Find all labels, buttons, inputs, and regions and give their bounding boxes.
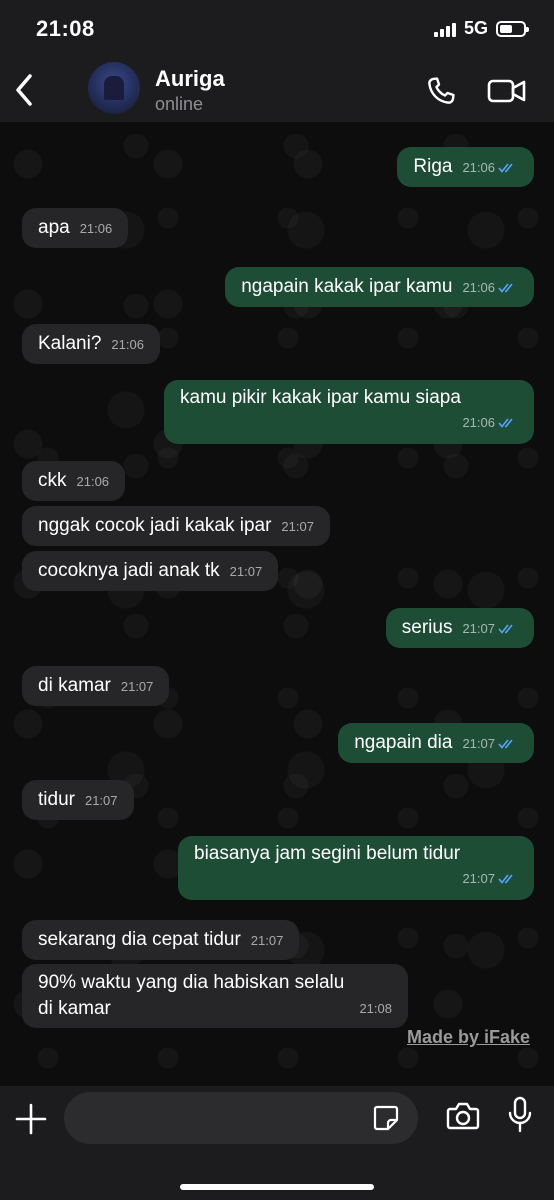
plus-icon[interactable]	[14, 1102, 48, 1136]
message-bubble-in[interactable]: di kamar 21:07	[22, 666, 170, 706]
video-camera-icon[interactable]	[486, 74, 528, 108]
message-bubble-out[interactable]: serius 21:07	[385, 608, 534, 648]
double-check-icon	[498, 163, 513, 173]
message-bubble-in[interactable]: cocoknya jadi anak tk 21:07	[22, 551, 279, 591]
message-text: ngapain dia	[354, 732, 453, 753]
message-bubble-out[interactable]: kamu pikir kakak ipar kamu siapa 21:06	[164, 380, 534, 444]
message-time: 21:08	[359, 1001, 392, 1016]
message-text: biasanya jam segini belum tidur	[194, 843, 461, 864]
watermark: Made by iFake	[406, 1027, 530, 1047]
message-text: ngapain kakak ipar kamu	[241, 276, 453, 297]
chat-area[interactable]: Riga 21:06 apa 21:06 ngapain kakak ipar ka…	[0, 122, 554, 1086]
message-bubble-out[interactable]: ngapain dia 21:07	[338, 723, 534, 763]
status-indicators: 5G	[433, 18, 529, 39]
contact-name[interactable]: Auriga	[155, 66, 225, 92]
phone-icon[interactable]	[424, 74, 458, 108]
message-time: 21:06	[79, 221, 113, 236]
message-text: 90% waktu yang dia habiskan selalu	[38, 972, 345, 993]
message-bubble-out[interactable]: Riga 21:06	[397, 147, 534, 187]
home-indicator	[180, 1184, 374, 1190]
signal-icon	[433, 21, 456, 37]
double-check-icon	[498, 874, 513, 884]
network-type: 5G	[463, 18, 488, 38]
double-check-icon	[498, 739, 513, 749]
message-text: di kamar	[38, 675, 111, 696]
message-text: kamu pikir kakak ipar kamu siapa	[180, 387, 461, 408]
message-bubble-in[interactable]: apa 21:06	[22, 208, 129, 248]
message-time: 21:07	[462, 736, 495, 751]
message-text: cocoknya jadi anak tk	[38, 560, 220, 581]
message-time: 21:07	[281, 519, 314, 534]
message-text: ckk	[38, 470, 67, 491]
message-time: 21:07	[120, 679, 154, 694]
chat-header: Auriga online	[0, 60, 554, 122]
battery-icon	[496, 20, 529, 37]
double-check-icon	[498, 624, 513, 634]
double-check-icon	[498, 283, 513, 293]
message-time: 21:06	[462, 280, 495, 295]
message-bubble-in[interactable]: 90% waktu yang dia habiskan selalu di ka…	[22, 964, 408, 1028]
message-text: sekarang dia cepat tidur	[38, 929, 241, 950]
message-bubble-in[interactable]: ckk 21:06	[22, 461, 126, 501]
message-time: 21:06	[76, 474, 110, 489]
message-text: Kalani?	[38, 333, 102, 354]
double-check-icon	[498, 418, 513, 428]
avatar[interactable]	[88, 62, 140, 114]
message-bubble-in[interactable]: tidur 21:07	[22, 780, 134, 820]
message-time: 21:07	[229, 564, 263, 579]
message-bubble-in[interactable]: sekarang dia cepat tidur 21:07	[22, 920, 300, 960]
message-time: 21:06	[462, 415, 495, 430]
message-time: 21:07	[462, 621, 495, 636]
message-time: 21:06	[111, 337, 144, 352]
message-bubble-in[interactable]: nggak cocok jadi kakak ipar 21:07	[22, 506, 330, 546]
message-text-line2: di kamar	[38, 998, 111, 1019]
message-text: serius	[401, 617, 453, 638]
sticker-icon[interactable]	[372, 1104, 400, 1132]
status-time: 21:08	[36, 16, 95, 41]
status-bar: 21:08 5G	[0, 0, 554, 60]
back-arrow-icon[interactable]	[10, 72, 40, 108]
message-time: 21:07	[250, 933, 284, 948]
input-bar	[0, 1086, 554, 1200]
message-text: apa	[38, 217, 70, 238]
message-time: 21:07	[462, 871, 495, 886]
microphone-icon[interactable]	[506, 1096, 534, 1134]
contact-status: online	[155, 94, 204, 114]
message-time: 21:07	[84, 793, 118, 808]
message-bubble-in[interactable]: Kalani? 21:06	[22, 324, 160, 364]
camera-icon[interactable]	[446, 1100, 480, 1132]
message-text: tidur	[38, 789, 75, 810]
message-text: nggak cocok jadi kakak ipar	[38, 515, 272, 536]
message-bubble-out[interactable]: ngapain kakak ipar kamu 21:06	[225, 267, 534, 307]
message-text: Riga	[413, 156, 453, 177]
message-input[interactable]	[64, 1092, 418, 1144]
message-bubble-out[interactable]: biasanya jam segini belum tidur 21:07	[178, 836, 534, 900]
message-time: 21:06	[462, 160, 495, 175]
